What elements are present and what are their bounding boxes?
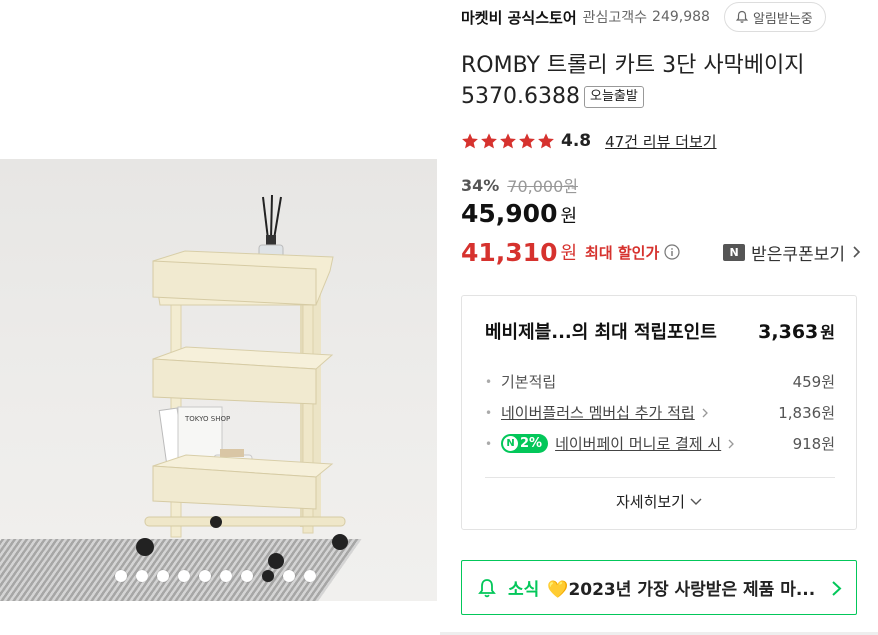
star-icon	[519, 133, 535, 149]
original-price: 70,000원	[507, 177, 579, 196]
sale-price: 45,900	[461, 199, 558, 228]
points-header: 베비제블...의 최대 적립포인트 3,363 원	[485, 318, 835, 344]
product-title: ROMBY 트롤리 카트 3단 사막베이지 5370.6388 오늘출발	[461, 50, 861, 112]
rating-value: 4.8	[561, 131, 592, 151]
best-price-unit: 원	[560, 243, 578, 264]
chevron-right-icon	[728, 439, 735, 448]
notification-button-label: 알림받는중	[752, 10, 813, 26]
carousel-dot[interactable]	[241, 570, 253, 582]
carousel-dot[interactable]	[220, 570, 232, 582]
carousel-dot[interactable]	[262, 570, 274, 582]
divider	[485, 477, 835, 478]
today-shipping-badge: 오늘출발	[583, 86, 644, 108]
image-carousel-indicators[interactable]	[115, 570, 316, 582]
best-price-label: 최대 할인가	[585, 243, 660, 262]
points-item-value: 918원	[792, 435, 835, 453]
points-item-label[interactable]: 네이버페이 머니로 결제 시	[555, 433, 721, 454]
star-icon	[481, 133, 497, 149]
list-bullet: •	[485, 374, 493, 389]
bell-icon	[735, 10, 749, 23]
carousel-dot[interactable]	[199, 570, 211, 582]
naverpay-badge-rate: 2%	[520, 436, 543, 451]
points-item-label: 기본적립	[501, 373, 557, 391]
sale-price-row: 45,900 원	[461, 199, 577, 233]
discount-percent: 34%	[461, 175, 500, 195]
star-icon	[462, 133, 478, 149]
received-coupons-link[interactable]: N 받은쿠폰보기	[723, 240, 861, 265]
carousel-dot[interactable]	[157, 570, 169, 582]
best-discount-price: 41,310	[461, 237, 558, 267]
discount-row: 34% 70,000원	[461, 174, 579, 197]
chevron-right-icon	[702, 408, 708, 417]
list-bullet: •	[485, 436, 493, 451]
list-bullet: •	[485, 405, 493, 420]
chevron-right-icon	[832, 581, 842, 596]
follower-count: 249,988	[652, 9, 710, 25]
see-details-button[interactable]: 자세히보기	[462, 491, 856, 512]
naver-n-icon: N	[723, 243, 746, 261]
rating-stars	[461, 132, 555, 150]
news-text: 💛2023년 가장 사랑받은 제품 마...	[547, 580, 816, 600]
carousel-dot[interactable]	[115, 570, 127, 582]
points-item-value: 459원	[792, 373, 835, 391]
follower-label: 관심고객수	[582, 10, 648, 26]
star-icon	[538, 133, 554, 149]
points-breakdown-list: • 기본적립 459원 • 네이버플러스 멤버십 추가 적립 1,836원 • …	[485, 366, 835, 459]
sale-price-unit: 원	[560, 206, 578, 227]
points-item-naverpay[interactable]: • N 2% 네이버페이 머니로 결제 시 918원	[485, 428, 835, 459]
carousel-dot[interactable]	[304, 570, 316, 582]
max-points-panel: 베비제블...의 최대 적립포인트 3,363 원 • 기본적립 459원 • 네…	[461, 295, 857, 530]
best-price-row: 41,310 원 최대 할인가 N 받은쿠폰보기	[461, 236, 861, 268]
chevron-down-icon	[690, 498, 702, 505]
notification-subscribed-button[interactable]: 알림받는중	[723, 2, 826, 32]
product-image-gallery[interactable]: TOKYO SHOP	[0, 159, 437, 601]
points-total-unit: 원	[820, 323, 835, 342]
bell-icon	[478, 578, 496, 597]
store-name-link[interactable]: 마켓비 공식스토어	[461, 7, 577, 28]
store-news-banner[interactable]: 소식 💛2023년 가장 사랑받은 제품 마...	[461, 560, 857, 615]
news-tag: 소식	[508, 580, 540, 600]
book-title-text: TOKYO SHOP	[184, 415, 230, 423]
points-item-label[interactable]: 네이버플러스 멤버십 추가 적립	[501, 402, 695, 423]
see-details-label: 자세히보기	[615, 493, 685, 511]
points-item-membership[interactable]: • 네이버플러스 멤버십 추가 적립 1,836원	[485, 397, 835, 428]
points-total-value: 3,363	[758, 321, 819, 343]
review-more-link[interactable]: 47건 리뷰 더보기	[605, 131, 716, 152]
carousel-dot[interactable]	[178, 570, 190, 582]
store-info-row: 마켓비 공식스토어 관심고객수 249,988 알림받는중	[461, 2, 826, 32]
star-icon	[500, 133, 516, 149]
info-icon[interactable]	[664, 244, 680, 260]
carousel-dot[interactable]	[136, 570, 148, 582]
points-item-value: 1,836원	[778, 404, 835, 422]
carousel-dot[interactable]	[283, 570, 295, 582]
rating-row: 4.8 47건 리뷰 더보기	[461, 128, 717, 154]
points-title: 베비제블...의 최대 적립포인트	[485, 322, 717, 343]
chevron-right-icon	[853, 246, 861, 258]
coupon-label: 받은쿠폰보기	[751, 244, 845, 265]
points-item-basic: • 기본적립 459원	[485, 366, 835, 397]
points-total: 3,363 원	[758, 319, 835, 343]
trolley-cart-illustration: TOKYO SHOP	[136, 194, 348, 569]
naverpay-n-icon: N	[503, 436, 518, 451]
naverpay-badge: N 2%	[501, 434, 549, 453]
